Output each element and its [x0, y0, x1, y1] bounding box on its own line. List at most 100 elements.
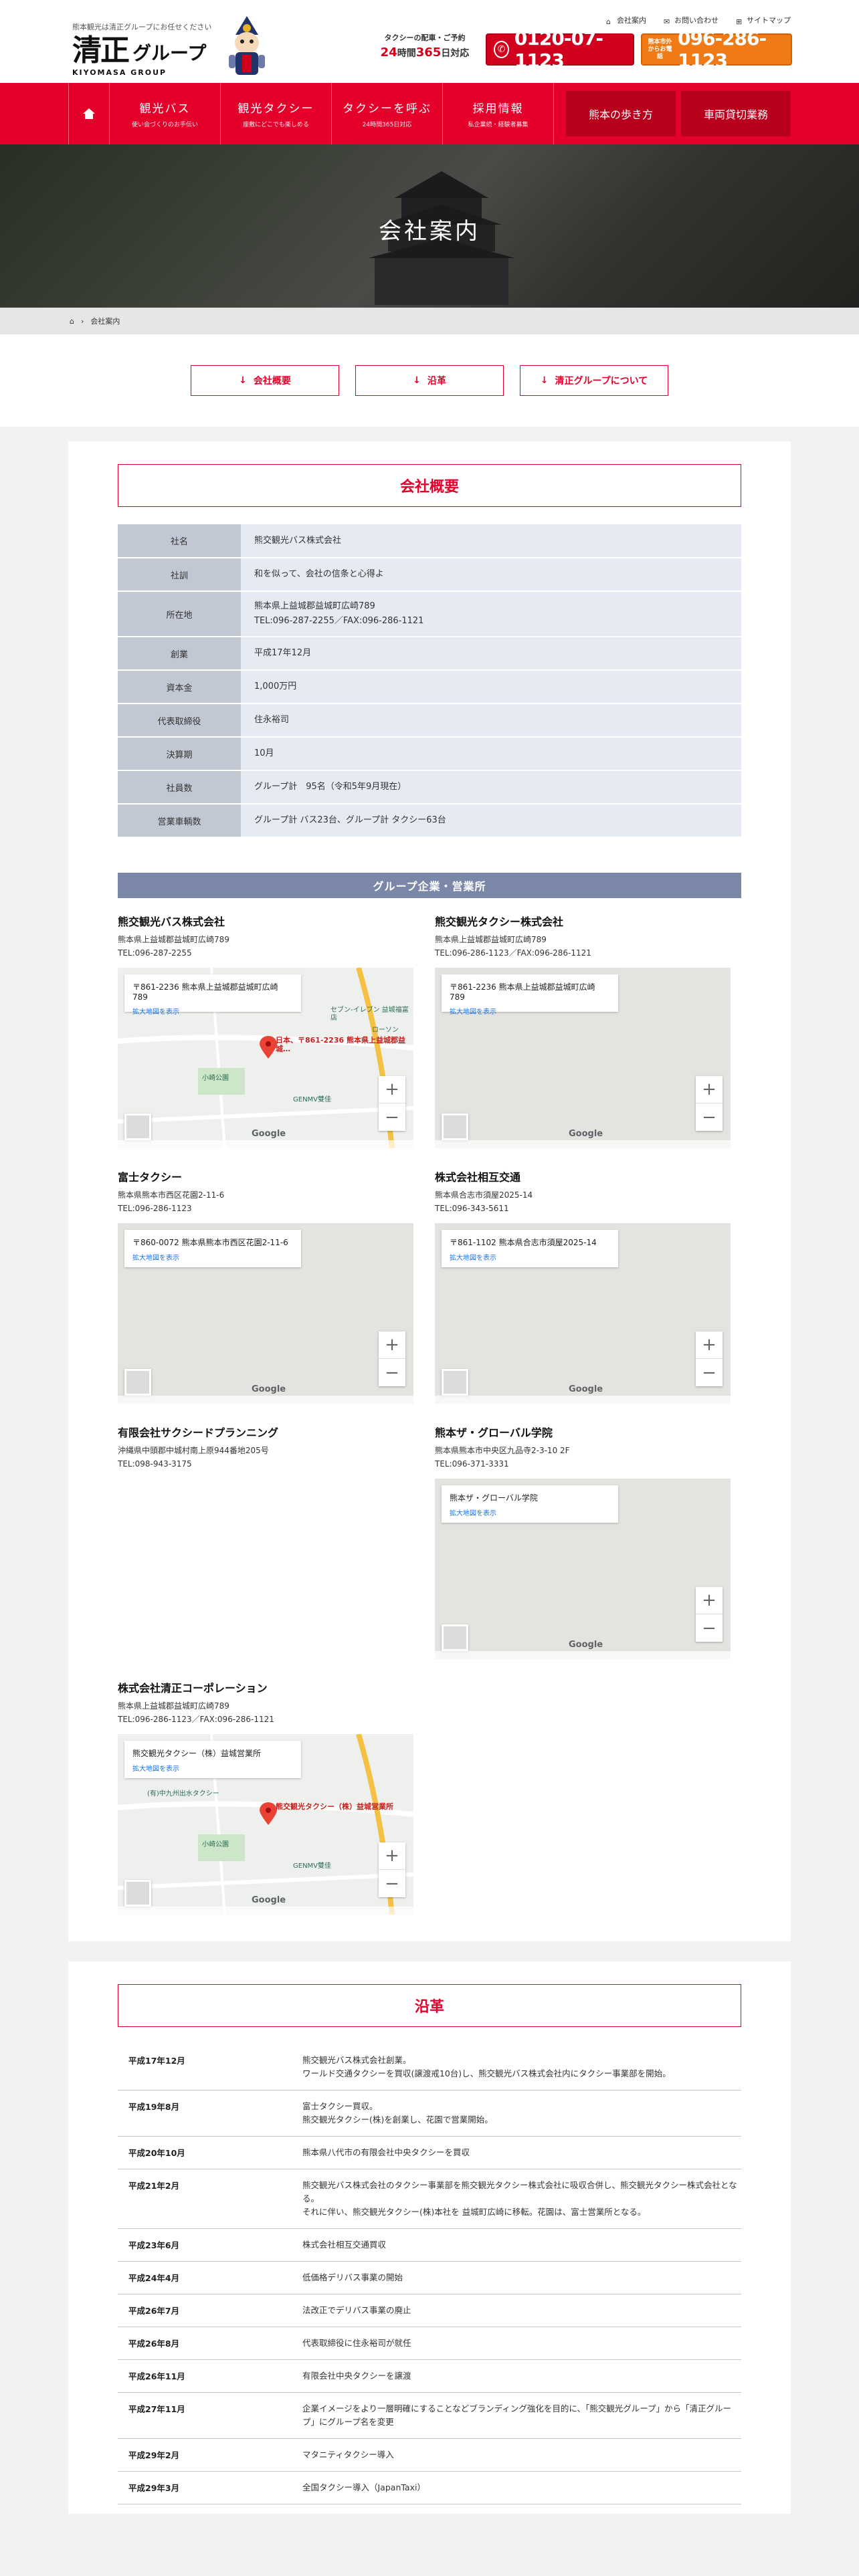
company-item: 熊交観光バス株式会社 熊本県上益城郡益城町広崎789 TEL:096-287-2…: [118, 913, 435, 1148]
util-link-contact[interactable]: ✉ お問い合わせ: [664, 15, 719, 26]
map-type-toggle[interactable]: [124, 1113, 151, 1140]
nav-item-walk[interactable]: 熊本の歩き方: [566, 91, 676, 136]
history-section: 沿革 平成17年12月 熊交観光バス株式会社創業。 ワールド交通タクシーを買収(譲渡…: [68, 1961, 791, 2514]
company-address: 熊本県上益城郡益城町広崎789: [118, 935, 229, 944]
breadcrumb-home-icon[interactable]: ⌂: [70, 317, 74, 326]
map-enlarge-link[interactable]: 拡大地図を表示: [132, 1252, 293, 1262]
google-logo: Google: [569, 1384, 603, 1394]
company-map[interactable]: 〒861-2236 熊本県上益城郡益城町広崎789 拡大地図を表示 + − Goog…: [435, 968, 731, 1148]
history-list: 平成17年12月 熊交観光バス株式会社創業。 ワールド交通タクシーを買収(譲渡戒10…: [118, 2044, 741, 2504]
nav-item-bus[interactable]: 観光バス 使い会づくりのお手伝い: [110, 83, 221, 144]
table-row: 所在地 熊本県上益城郡益城町広崎789 TEL:096-287-2255／FAX:0…: [118, 591, 741, 637]
map-info-box: 〒861-2236 熊本県上益城郡益城町広崎789 拡大地図を表示: [442, 974, 618, 1016]
zoom-in-button[interactable]: +: [696, 1076, 723, 1103]
nav-item-recruit[interactable]: 採用情報 私企業続・経験者募集: [443, 83, 554, 144]
map-pin-icon: [260, 1802, 277, 1825]
company-address: 熊本県熊本市中央区九品寺2-3-10 2F: [435, 1446, 570, 1455]
mascot-icon: [229, 16, 265, 75]
map-enlarge-link[interactable]: 拡大地図を表示: [132, 1763, 293, 1773]
map-enlarge-link[interactable]: 拡大地図を表示: [450, 1507, 610, 1517]
company-map[interactable]: (有)中九州出水タクシー 小崎公園 GENMV雙佳 熊交観光タクシー（株）益城営…: [118, 1734, 413, 1915]
anchor-history[interactable]: ↓ 沿革: [355, 365, 504, 396]
company-item: 有限会社サクシードプランニング 沖縄県中頭郡中城村南上原944番地205号 TE…: [118, 1424, 435, 1659]
logo[interactable]: 熊本観光は清正グループにお任せください 清正 グループ KIYOMASA GRO…: [72, 21, 211, 77]
map-type-toggle[interactable]: [442, 1113, 468, 1140]
global-nav: 観光バス 使い会づくりのお手伝い 観光タクシー 座敷にどこでも楽しめる タクシーを呼…: [0, 83, 859, 144]
company-item: 株式会社清正コーポレーション 熊本県上益城郡益城町広崎789 TEL:096-2…: [118, 1679, 435, 1915]
table-row: 代表取締役 住永裕司: [118, 704, 741, 738]
company-map[interactable]: 〒860-0072 熊本県熊本市西区花園2-11-6 拡大地図を表示 + − Goo…: [118, 1223, 413, 1404]
map-type-toggle[interactable]: [442, 1369, 468, 1396]
history-row: 平成24年4月 低価格デリバス事業の開始: [118, 2262, 741, 2294]
nav-home[interactable]: [68, 83, 110, 144]
nav-item-taxi[interactable]: 観光タクシー 座敷にどこでも楽しめる: [221, 83, 332, 144]
overview-table: 社名 熊交観光バス株式会社 社訓 和を似って、会社の信条と心得よ 所在地 熊本県上益城…: [118, 524, 741, 838]
zoom-in-button[interactable]: +: [379, 1842, 405, 1870]
map-type-toggle[interactable]: [124, 1369, 151, 1396]
map-info-box: 熊交観光タクシー（株）益城営業所 拡大地図を表示: [124, 1741, 301, 1778]
map-zoom-control: + −: [379, 1331, 405, 1386]
nav-item-charter[interactable]: 車両貸切業務: [681, 91, 791, 136]
map-enlarge-link[interactable]: 拡大地図を表示: [132, 1006, 293, 1016]
company-item: 富士タクシー 熊本県熊本市西区花園2-11-6 TEL:096-286-1123…: [118, 1168, 435, 1404]
table-row: 資本金 1,000万円: [118, 670, 741, 704]
zoom-out-button[interactable]: −: [696, 1103, 723, 1131]
poi-label: ローソン: [372, 1027, 399, 1034]
zoom-out-button[interactable]: −: [379, 1359, 405, 1386]
map-footer: [118, 1396, 413, 1404]
map-zoom-control: + −: [696, 1587, 723, 1642]
poi-label: GENMV雙佳: [293, 1862, 332, 1870]
home-icon: [83, 108, 95, 119]
tel-free-button[interactable]: ✆ 0120-07-1123: [486, 27, 634, 72]
tel-local-button[interactable]: 熊本市外からお電話 096-286-1123: [641, 27, 792, 72]
google-logo: Google: [252, 1384, 286, 1394]
google-logo: Google: [252, 1895, 286, 1905]
company-map[interactable]: セブン-イレブン 益城福富店 ローソン 小崎公園 GENMV雙佳 日本、〒861…: [118, 968, 413, 1148]
company-map[interactable]: 熊本ザ・グローバル学院 拡大地図を表示 + − Google: [435, 1479, 731, 1659]
map-zoom-control: + −: [379, 1076, 405, 1131]
company-item: 熊交観光タクシー株式会社 熊本県上益城郡益城町広崎789 TEL:096-286…: [435, 913, 741, 1148]
breadcrumb: ⌂ › 会社案内: [0, 308, 859, 334]
zoom-in-button[interactable]: +: [696, 1331, 723, 1359]
map-footer: [435, 1140, 731, 1148]
logo-kanji: 清正: [72, 33, 130, 68]
logo-tagline: 熊本観光は清正グループにお任せください: [72, 23, 212, 31]
map-enlarge-link[interactable]: 拡大地図を表示: [450, 1252, 610, 1262]
map-info-box: 〒861-1102 熊本県合志市須屋2025-14 拡大地図を表示: [442, 1230, 618, 1267]
map-type-toggle[interactable]: [124, 1880, 151, 1907]
zoom-out-button[interactable]: −: [379, 1870, 405, 1897]
company-map[interactable]: 〒861-1102 熊本県合志市須屋2025-14 拡大地図を表示 + − Goog…: [435, 1223, 731, 1404]
zoom-in-button[interactable]: +: [379, 1076, 405, 1103]
nav-item-call-taxi[interactable]: タクシーを呼ぶ 24時間365日対応: [332, 83, 443, 144]
zoom-in-button[interactable]: +: [696, 1587, 723, 1614]
anchor-overview[interactable]: ↓ 会社概要: [191, 365, 339, 396]
company-tel: TEL:098-943-3175: [118, 1459, 192, 1469]
site-header: 熊本観光は清正グループにお任せください 清正 グループ KIYOMASA GRO…: [0, 0, 859, 83]
util-link-company[interactable]: ⌂ 会社案内: [606, 15, 646, 26]
company-address: 沖縄県中頭郡中城村南上原944番地205号: [118, 1446, 269, 1455]
poi-label: セブン-イレブン 益城福富店: [330, 1006, 409, 1022]
map-enlarge-link[interactable]: 拡大地図を表示: [450, 1006, 610, 1016]
company-tel: TEL:096-286-1123／FAX:096-286-1121: [118, 1715, 274, 1724]
zoom-in-button[interactable]: +: [379, 1331, 405, 1359]
table-row: 決算期 10月: [118, 737, 741, 771]
util-link-sitemap[interactable]: ⊞ サイトマップ: [736, 15, 791, 26]
history-row: 平成20年10月 熊本県八代市の有限会社中央タクシーを買収: [118, 2137, 741, 2169]
breadcrumb-current: 会社案内: [90, 317, 120, 326]
hero-banner: 会社案内: [0, 144, 859, 308]
zoom-out-button[interactable]: −: [696, 1359, 723, 1386]
tel-local-number: 096-286-1123: [678, 27, 767, 72]
poi-label: (有)中九州出水タクシー: [147, 1790, 219, 1798]
history-title: 沿革: [118, 1984, 741, 2027]
history-row: 平成19年8月 富士タクシー買収。 熊交観光タクシー(株)を創業し、花園で営業開始。: [118, 2090, 741, 2137]
company-address: 熊本県熊本市西区花園2-11-6: [118, 1190, 225, 1200]
anchor-group[interactable]: ↓ 清正グループについて: [520, 365, 668, 396]
home-icon: ⌂: [606, 17, 611, 26]
sitemap-icon: ⊞: [736, 17, 743, 26]
zoom-out-button[interactable]: −: [379, 1103, 405, 1131]
table-row: 社訓 和を似って、会社の信条と心得よ: [118, 558, 741, 592]
zoom-out-button[interactable]: −: [696, 1614, 723, 1642]
map-type-toggle[interactable]: [442, 1624, 468, 1651]
group-companies-title: グループ企業・営業所: [118, 873, 741, 898]
arrow-down-icon: ↓: [413, 375, 421, 386]
